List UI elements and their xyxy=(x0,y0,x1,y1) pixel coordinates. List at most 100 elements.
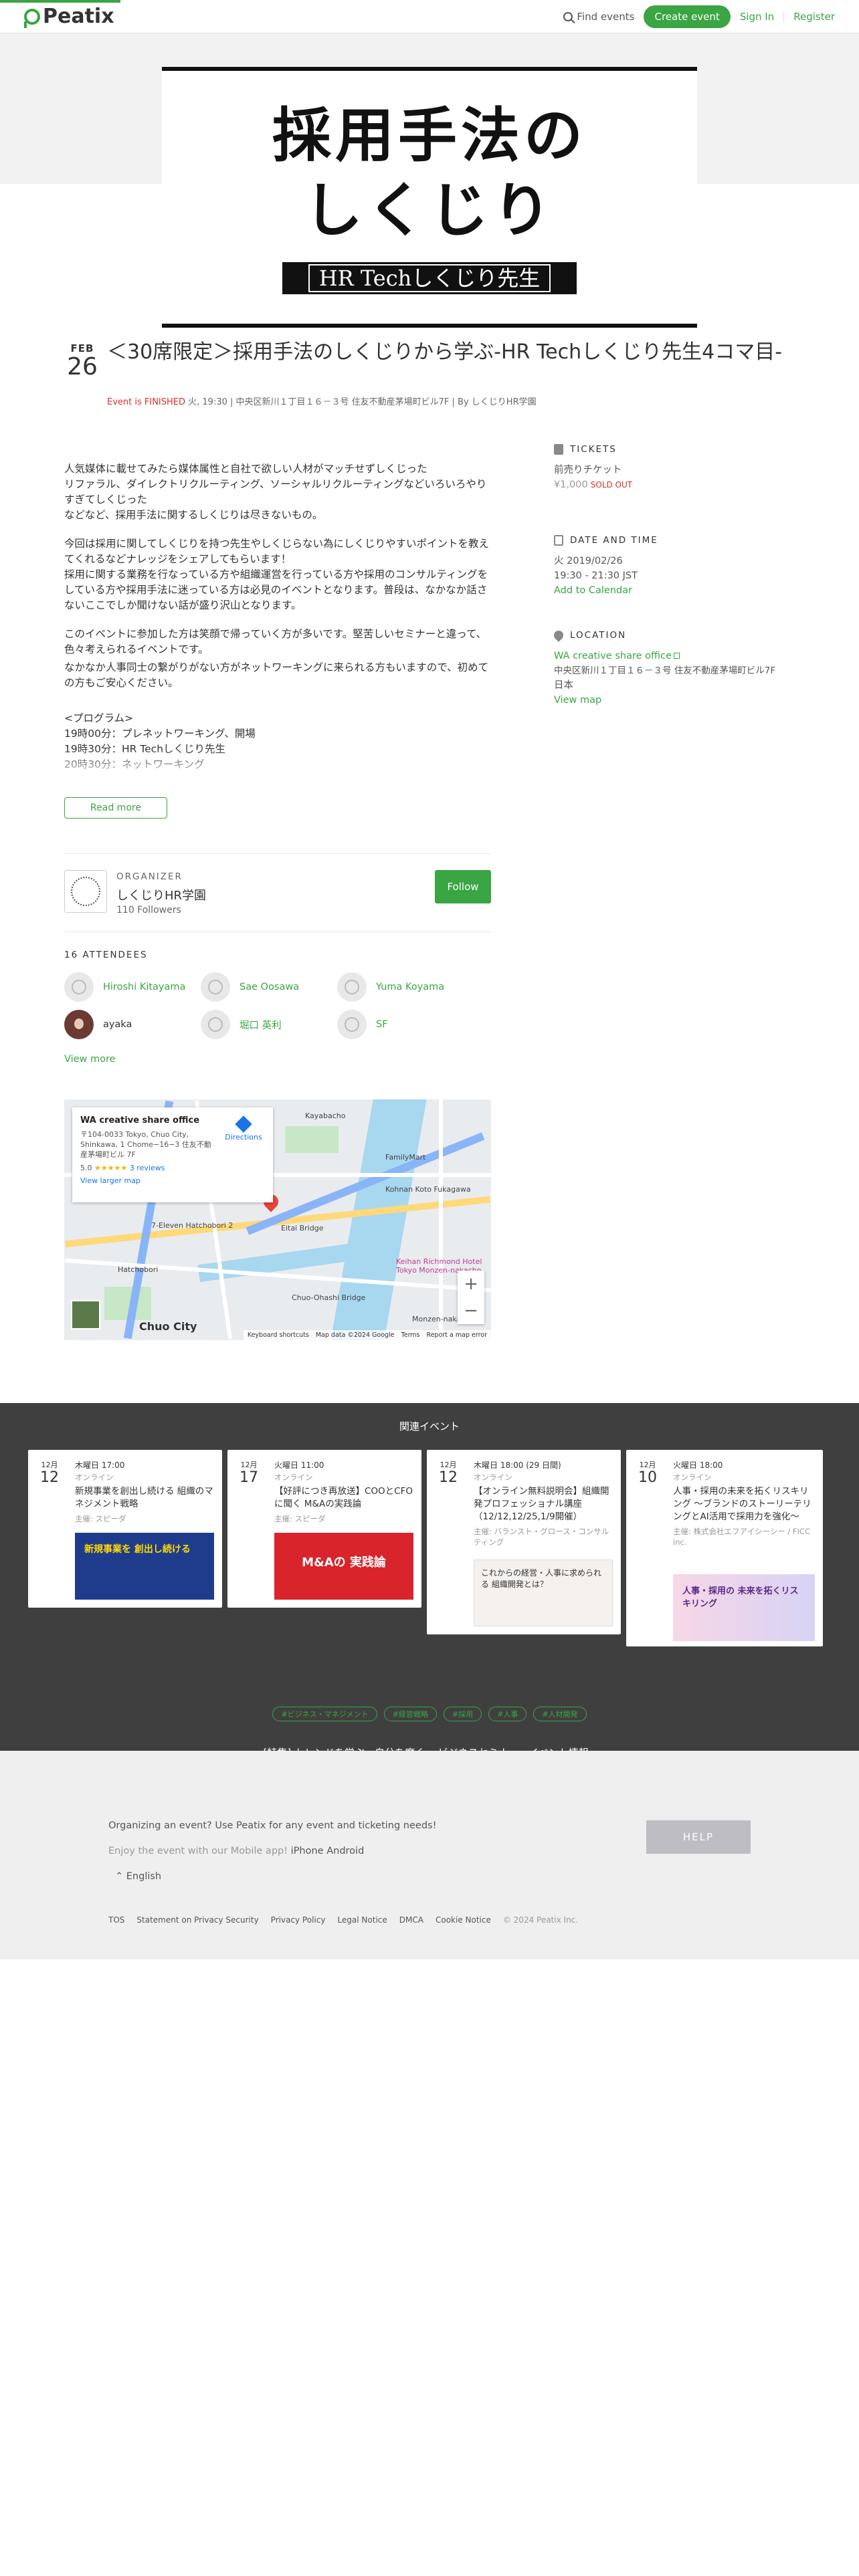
attendee-item[interactable]: Sae Oosawa xyxy=(201,972,299,1002)
organizer-avatar[interactable] xyxy=(64,870,107,913)
card-image-text: 新規事業を 創出し続ける xyxy=(84,1544,191,1555)
find-events-label: Find events xyxy=(577,10,635,23)
read-more-button[interactable]: Read more xyxy=(64,797,167,819)
tag-chip[interactable]: #採用 xyxy=(443,1707,482,1721)
event-status: Event is FINISHED xyxy=(107,397,186,407)
location-heading: LOCATION xyxy=(552,629,808,642)
peatix-logo-icon xyxy=(24,8,40,28)
card-title: 人事・採用の未来を拓くリスキリング ～ブランドのストーリーテリングとAI活用で採… xyxy=(673,1486,812,1522)
venue-map[interactable]: Hatchobori Chuo City Kayabacho Eitai Bri… xyxy=(64,1099,491,1340)
related-tags: #ビジネス・マネジメント #経営戦略 #採用 #人事 #人材開発 xyxy=(0,1707,859,1721)
footer-link-privacy-security[interactable]: Statement on Privacy Security xyxy=(136,1915,258,1925)
zoom-in-button[interactable]: + xyxy=(458,1271,484,1297)
tag-chip[interactable]: #経営戦略 xyxy=(383,1707,437,1721)
iphone-app-link[interactable]: iPhone xyxy=(291,1846,324,1856)
card-online: オンライン xyxy=(75,1473,114,1482)
event-day: 26 xyxy=(67,353,98,381)
map-label-familymart: FamilyMart xyxy=(385,1153,426,1162)
venue-link[interactable]: WA creative share office xyxy=(554,649,808,663)
footer-link-legal[interactable]: Legal Notice xyxy=(337,1915,387,1925)
related-events-title: 関連イベント xyxy=(399,1420,460,1432)
map-road xyxy=(439,1099,443,1340)
map-terms-link[interactable]: Terms xyxy=(401,1331,420,1339)
peatix-logo[interactable]: Peatix xyxy=(24,5,114,28)
card-image: これからの経営・人事に求められる 組織開発とは？ xyxy=(474,1560,613,1626)
android-app-link[interactable]: Android xyxy=(326,1846,364,1856)
language-selector[interactable]: ⌃ English xyxy=(115,1871,161,1882)
view-more-attendees-link[interactable]: View more xyxy=(64,1054,116,1065)
tag-chip[interactable]: #人事 xyxy=(488,1707,527,1721)
map-keyboard-shortcuts[interactable]: Keyboard shortcuts xyxy=(248,1331,309,1339)
ticket-price-row: ¥1,000 SOLD OUT xyxy=(554,477,808,492)
attendee-name: Hiroshi Kitayama xyxy=(103,982,186,992)
card-date: 12月 12 xyxy=(37,1459,62,1486)
attendee-name: Sae Oosawa xyxy=(240,982,300,992)
footer-link-cookie[interactable]: Cookie Notice xyxy=(436,1915,491,1925)
attendee-item[interactable]: ayaka xyxy=(64,1010,132,1039)
view-map-link[interactable]: View map xyxy=(554,693,808,708)
register-link[interactable]: Register xyxy=(793,11,835,23)
attendee-avatar xyxy=(337,1010,367,1039)
description-paragraph: このイベントに参加した方は笑顔で帰っていく方が多いです。堅苦しいセミナーと違って… xyxy=(64,628,487,655)
card-online: オンライン xyxy=(474,1473,512,1482)
find-events-link[interactable]: Find events xyxy=(563,11,634,23)
sign-in-link[interactable]: Sign In xyxy=(740,11,774,23)
map-satellite-toggle[interactable] xyxy=(71,1300,100,1329)
card-date: 12月 17 xyxy=(237,1459,261,1486)
date-time-heading: DATE AND TIME xyxy=(554,535,808,546)
attendee-name: Yuma Koyama xyxy=(376,982,445,992)
add-to-calendar-link[interactable]: Add to Calendar xyxy=(554,583,808,598)
footer-link-dmca[interactable]: DMCA xyxy=(399,1915,423,1925)
attendee-item[interactable]: 堀口 英利 xyxy=(201,1010,282,1039)
directions-button[interactable]: Directions xyxy=(225,1115,262,1142)
related-event-card[interactable]: 12月 17 火曜日 11:00 オンライン 【好評につき再放送】COOとCFOに… xyxy=(227,1450,421,1608)
create-event-button[interactable]: Create event xyxy=(644,5,731,28)
related-event-card[interactable]: 12月 12 木曜日 18:00 (29 日間) オンライン 【オンライン無料説明… xyxy=(427,1450,621,1634)
organizer-name[interactable]: しくじりHR学園 xyxy=(116,886,206,903)
zoom-out-button[interactable]: − xyxy=(458,1297,484,1324)
date-time-heading-label: DATE AND TIME xyxy=(570,535,658,546)
map-label-seven-eleven: 7-Eleven Hatchobori 2 xyxy=(151,1221,233,1230)
follow-button[interactable]: Follow xyxy=(435,870,491,903)
help-button[interactable]: HELP xyxy=(646,1820,751,1854)
footer-organizer-prompt: Organizing an event? Use Peatix for any … xyxy=(108,1820,437,1831)
attendees-heading: 16 ATTENDEES xyxy=(64,950,148,960)
map-label-chuo-city: Chuo City xyxy=(139,1320,197,1333)
venue-name: WA creative share office xyxy=(554,651,672,661)
map-reviews-link[interactable]: 3 reviews xyxy=(130,1164,165,1172)
card-month: 12月 xyxy=(41,1461,58,1469)
attendee-item[interactable]: Hiroshi Kitayama xyxy=(64,972,185,1002)
ticket-icon xyxy=(554,444,563,455)
header-nav: Find events Create event Sign In Registe… xyxy=(563,5,835,28)
card-image-text: これからの経営・人事に求められる 組織開発とは？ xyxy=(481,1568,602,1589)
event-date-badge: FEB 26 xyxy=(64,342,100,380)
card-title: 【好評につき再放送】COOとCFOに聞く M&Aの実践論 xyxy=(274,1486,413,1509)
map-label-hatchobori: Hatchobori xyxy=(118,1265,159,1274)
attendee-avatar xyxy=(201,1010,230,1039)
location-heading-label: LOCATION xyxy=(570,630,627,641)
related-events-section: 関連イベント 12月 12 木曜日 17:00 オンライン 新規事業を創出し続ける… xyxy=(0,1403,859,1759)
attendee-avatar xyxy=(64,1010,94,1039)
organizer-followers: 110 Followers xyxy=(116,905,181,916)
language-label: English xyxy=(126,1871,162,1882)
map-report-error-link[interactable]: Report a map error xyxy=(427,1331,487,1339)
related-event-card[interactable]: 12月 10 火曜日 18:00 オンライン 人事・採用の未来を拓くリスキリング … xyxy=(626,1450,823,1646)
tag-chip[interactable]: #ビジネス・マネジメント xyxy=(272,1707,377,1721)
attendee-name: SF xyxy=(376,1019,388,1030)
map-data-credit: Map data ©2024 Google xyxy=(315,1331,395,1339)
card-image-text: 人事・採用の 未来を拓くリスキリング xyxy=(682,1586,799,1609)
tag-chip[interactable]: #人材開発 xyxy=(533,1707,587,1721)
footer-link-tos[interactable]: TOS xyxy=(108,1915,124,1925)
view-larger-map-link[interactable]: View larger map xyxy=(80,1176,265,1185)
card-date: 12月 10 xyxy=(636,1459,660,1486)
card-image-text: M&Aの 実践論 xyxy=(302,1555,386,1570)
footer-link-privacy-policy[interactable]: Privacy Policy xyxy=(271,1915,326,1925)
attendee-item[interactable]: SF xyxy=(337,1010,388,1039)
event-time: 19:30 - 21:30 JST xyxy=(554,570,638,581)
card-day: 12 xyxy=(439,1469,458,1486)
attendee-item[interactable]: Yuma Koyama xyxy=(337,972,444,1002)
map-label-kohnan: Kohnan Koto Fukagawa xyxy=(385,1185,471,1194)
card-title: 【オンライン無料説明会】組織開発プロフェッショナル講座（12/12,12/25,… xyxy=(474,1486,609,1522)
related-event-card[interactable]: 12月 12 木曜日 17:00 オンライン 新規事業を創出し続ける 組織のマネジ… xyxy=(28,1450,222,1608)
cover-title: 採用手法の しくじり xyxy=(272,98,587,247)
